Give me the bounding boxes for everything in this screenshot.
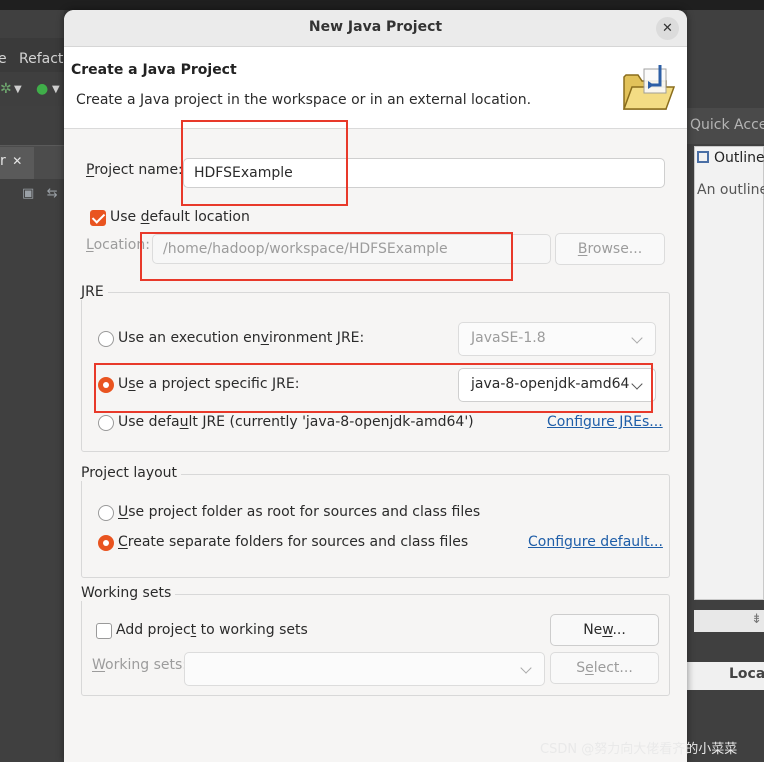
jre-env-value: JavaSE-1.8	[471, 330, 546, 346]
bottom-tabbar: Locat	[687, 662, 764, 690]
jre-specific-radio[interactable]	[98, 377, 114, 393]
outline-placeholder-text: An outline	[697, 182, 764, 198]
browse-button[interactable]: Browse...	[555, 233, 665, 265]
run-icon[interactable]: ●	[36, 81, 48, 97]
outline-icon	[697, 151, 709, 163]
wizard-title: Create a Java Project	[71, 62, 237, 78]
new-working-set-button[interactable]: New...	[550, 614, 659, 646]
jre-specific-label[interactable]: Use a project specific JRE:	[118, 376, 299, 392]
outline-panel	[694, 146, 764, 600]
link-editor-icon[interactable]: ⇆	[47, 186, 58, 201]
project-layout-group-title: Project layout	[81, 465, 182, 481]
tab-label: r	[0, 153, 6, 169]
tab-location[interactable]: Locat	[729, 666, 764, 682]
chevron-down-icon	[520, 662, 532, 674]
folder-icon	[622, 65, 676, 110]
wizard-header: Create a Java Project Create a Java proj…	[64, 47, 687, 129]
jre-specific-value: java-8-openjdk-amd64	[471, 376, 630, 392]
ide-top-bar	[0, 0, 764, 10]
jre-default-radio[interactable]	[98, 415, 114, 431]
new-java-project-dialog: New Java Project ✕ Create a Java Project…	[64, 10, 687, 762]
close-button[interactable]: ✕	[656, 17, 679, 40]
use-default-location-label[interactable]: Use default location	[110, 209, 250, 225]
chevron-down-icon	[631, 378, 643, 390]
tab-package-explorer[interactable]: r ✕	[0, 147, 34, 179]
project-layout-group	[81, 474, 670, 578]
outline-tab-label: Outline	[714, 150, 764, 166]
chevron-down-icon	[631, 332, 643, 344]
location-label: Location:	[86, 237, 150, 253]
menu-item-edit[interactable]: e	[0, 51, 7, 67]
jre-env-radio[interactable]	[98, 331, 114, 347]
jre-specific-select[interactable]: java-8-openjdk-amd64	[458, 368, 656, 402]
jre-env-select[interactable]: JavaSE-1.8	[458, 322, 656, 356]
location-input[interactable]	[152, 234, 551, 264]
quick-access-label: Quick Access	[690, 117, 764, 133]
jre-default-label[interactable]: Use default JRE (currently 'java-8-openj…	[118, 414, 474, 430]
configure-default-link[interactable]: Configure default...	[528, 534, 663, 550]
chevron-down-icon[interactable]: ▼	[14, 84, 22, 95]
explorer-tree-icons: ▣ ⇆	[22, 186, 58, 201]
configure-jres-link[interactable]: Configure JREs...	[547, 414, 663, 430]
layout-root-radio[interactable]	[98, 505, 114, 521]
quick-access-field[interactable]: Quick Access	[687, 108, 764, 144]
working-sets-select[interactable]	[184, 652, 545, 686]
project-name-input[interactable]	[183, 158, 665, 188]
close-icon: ✕	[662, 21, 673, 36]
jre-group-title: JRE	[81, 284, 108, 300]
layout-root-label[interactable]: Use project folder as root for sources a…	[118, 504, 480, 520]
use-default-location-checkbox[interactable]	[90, 210, 106, 226]
menu-item-refactor[interactable]: Refact	[19, 51, 63, 67]
project-name-label: Project name:	[86, 162, 183, 178]
dialog-titlebar[interactable]: New Java Project ✕	[64, 10, 687, 47]
outline-toolbar: ⇟	[694, 610, 764, 632]
debug-icon[interactable]: ✲	[0, 81, 12, 97]
close-icon[interactable]: ✕	[12, 154, 22, 168]
dialog-title: New Java Project	[308, 19, 443, 35]
working-sets-label: Working sets:	[92, 657, 187, 673]
watermark: CSDN @努力向大佬看齐的小菜菜	[540, 742, 738, 757]
ide-menubar: e Refact	[0, 38, 64, 72]
wizard-description: Create a Java project in the workspace o…	[76, 92, 532, 108]
working-sets-group-title: Working sets	[81, 585, 176, 601]
ide-left-pane	[0, 10, 64, 762]
layout-separate-radio[interactable]	[98, 535, 114, 551]
add-to-working-sets-label[interactable]: Add project to working sets	[116, 622, 308, 638]
add-to-working-sets-checkbox[interactable]	[96, 623, 112, 639]
collapse-all-icon[interactable]: ▣	[22, 186, 34, 201]
pin-icon[interactable]: ⇟	[751, 612, 762, 627]
select-working-sets-button[interactable]: Select...	[550, 652, 659, 684]
chevron-down-icon[interactable]: ▼	[52, 84, 60, 95]
tab-outline[interactable]: Outline	[697, 150, 764, 166]
jre-env-label[interactable]: Use an execution environment JRE:	[118, 330, 364, 346]
layout-separate-label[interactable]: Create separate folders for sources and …	[118, 534, 468, 550]
